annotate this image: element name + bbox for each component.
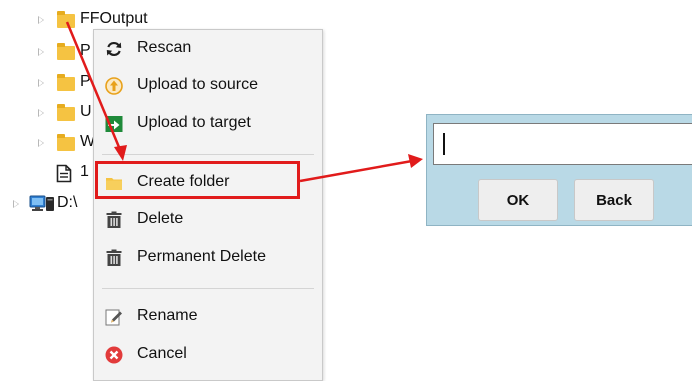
drive-label: D:\ xyxy=(57,194,78,211)
menu-item-label: Rename xyxy=(137,307,198,324)
menu-item-label: Upload to source xyxy=(137,76,258,93)
cancel-icon xyxy=(105,346,123,364)
upload-target-icon xyxy=(105,116,123,132)
tree-node[interactable]: W xyxy=(0,131,95,155)
folder-icon xyxy=(57,104,75,121)
menu-item-cancel[interactable]: Cancel xyxy=(94,340,322,370)
expand-arrow-icon[interactable] xyxy=(38,139,44,147)
menu-separator xyxy=(102,288,314,289)
menu-separator xyxy=(102,154,314,155)
menu-item-rename[interactable]: Rename xyxy=(94,302,322,332)
tree-node-file[interactable]: 1 xyxy=(0,161,95,185)
back-button[interactable]: Back xyxy=(574,179,654,221)
tree-node[interactable]: P xyxy=(0,71,95,95)
tree-node[interactable]: P xyxy=(0,40,95,64)
menu-item-label: Permanent Delete xyxy=(137,248,266,265)
upload-up-arrow-icon xyxy=(105,77,123,95)
folder-name-input[interactable] xyxy=(433,123,692,165)
refresh-icon xyxy=(106,41,122,57)
menu-item-label: Cancel xyxy=(137,345,187,362)
menu-item-label: Rescan xyxy=(137,39,192,56)
pencil-icon xyxy=(105,309,122,326)
menu-item-upload-to-target[interactable]: Upload to target xyxy=(94,109,322,139)
document-icon xyxy=(56,164,72,183)
expand-arrow-icon[interactable] xyxy=(38,16,44,24)
folder-icon xyxy=(57,74,75,91)
create-folder-highlight xyxy=(95,161,300,199)
folder-icon xyxy=(57,43,75,60)
menu-item-label: Upload to target xyxy=(137,114,251,131)
tree-node-drive[interactable]: D:\ xyxy=(0,192,95,216)
folder-icon xyxy=(57,134,75,151)
trash-icon xyxy=(106,211,122,228)
menu-item-upload-to-source[interactable]: Upload to source xyxy=(94,71,322,101)
expand-arrow-icon[interactable] xyxy=(38,48,44,56)
expand-arrow-icon[interactable] xyxy=(13,200,19,208)
ok-button[interactable]: OK xyxy=(478,179,558,221)
computer-drive-icon xyxy=(29,195,54,211)
tree-node-label: U xyxy=(80,103,92,120)
menu-item-permanent-delete[interactable]: Permanent Delete xyxy=(94,243,322,273)
menu-item-delete[interactable]: Delete xyxy=(94,205,322,235)
menu-item-rescan[interactable]: Rescan xyxy=(94,34,322,64)
trash-icon xyxy=(106,249,122,266)
expand-arrow-icon[interactable] xyxy=(38,109,44,117)
tree-node-label: P xyxy=(80,42,91,59)
menu-item-label: Delete xyxy=(137,210,184,227)
tree-node-label: P xyxy=(80,73,91,90)
tree-node-label: FFOutput xyxy=(80,10,148,27)
create-folder-dialog: OK Back xyxy=(426,114,692,226)
arrowhead-icon xyxy=(408,154,423,168)
text-caret xyxy=(443,133,445,155)
context-menu: Rescan Upload to source Upload to target… xyxy=(93,29,323,381)
expand-arrow-icon[interactable] xyxy=(38,79,44,87)
tree-node[interactable]: U xyxy=(0,101,95,125)
tree-node-label: 1 xyxy=(80,163,89,180)
folder-icon xyxy=(57,11,75,28)
